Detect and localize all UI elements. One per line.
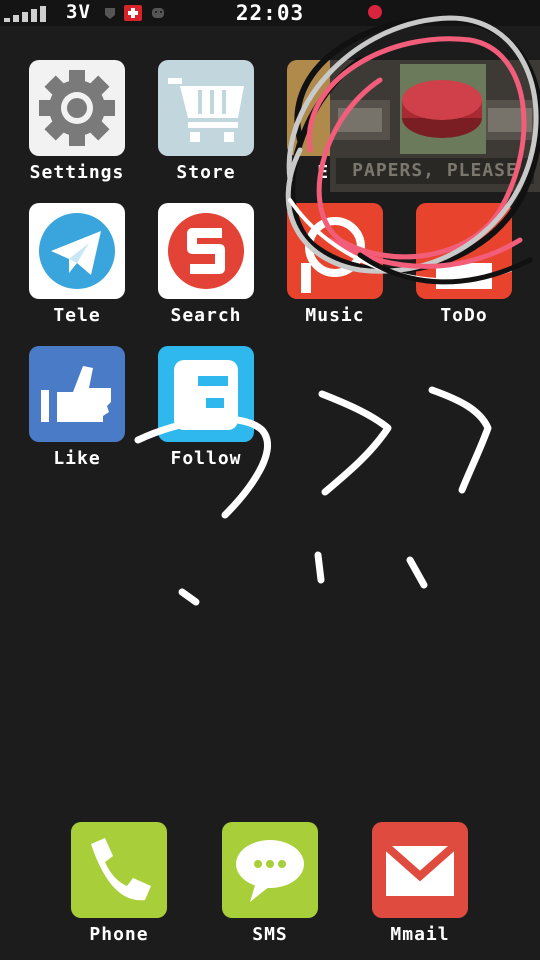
app-label: Music: [305, 305, 365, 326]
app-search[interactable]: Search: [141, 203, 271, 326]
app-label: Search: [170, 305, 242, 326]
app-label: Follow: [170, 448, 242, 469]
app-music[interactable]: Music: [270, 203, 400, 326]
app-label: Phone: [89, 924, 149, 945]
phone-icon: [71, 822, 167, 918]
sms-bubble-icon: [222, 822, 318, 918]
banner-text: PAPERS, PLEASE: [336, 158, 534, 184]
app-store[interactable]: Store: [141, 60, 271, 183]
app-follow[interactable]: Follow: [141, 346, 271, 469]
app-label: ToDo: [440, 305, 488, 326]
app-label: Like: [53, 448, 101, 469]
music-icon: [287, 203, 383, 299]
notification-dot: [368, 5, 382, 19]
status-bar: 3V 22:03: [0, 0, 540, 26]
todo-icon: [416, 203, 512, 299]
thumbs-up-icon: [29, 346, 125, 442]
dock-sms[interactable]: SMS: [205, 822, 335, 945]
follow-f-icon: [158, 346, 254, 442]
dock-phone[interactable]: Phone: [54, 822, 184, 945]
clock: 22:03: [235, 1, 305, 25]
dock-mail[interactable]: Mmail: [355, 822, 485, 945]
app-label: Mmail: [390, 924, 450, 945]
app-label: SMS: [252, 924, 288, 945]
app-like[interactable]: Like: [12, 346, 142, 469]
app-label: Settings: [29, 162, 125, 183]
app-tele[interactable]: Tele: [12, 203, 142, 326]
app-label: Tele: [53, 305, 101, 326]
app-label: Store: [176, 162, 236, 183]
paper-plane-icon: [29, 203, 125, 299]
gear-icon: [29, 60, 125, 156]
search-s-icon: [158, 203, 254, 299]
mail-icon: [372, 822, 468, 918]
papers-please-sticker: PAPERS, PLEASE: [330, 60, 540, 192]
app-todo[interactable]: ToDo: [399, 203, 529, 326]
red-button-icon: [400, 78, 484, 142]
cart-icon: [158, 60, 254, 156]
app-settings[interactable]: Settings: [12, 60, 142, 183]
